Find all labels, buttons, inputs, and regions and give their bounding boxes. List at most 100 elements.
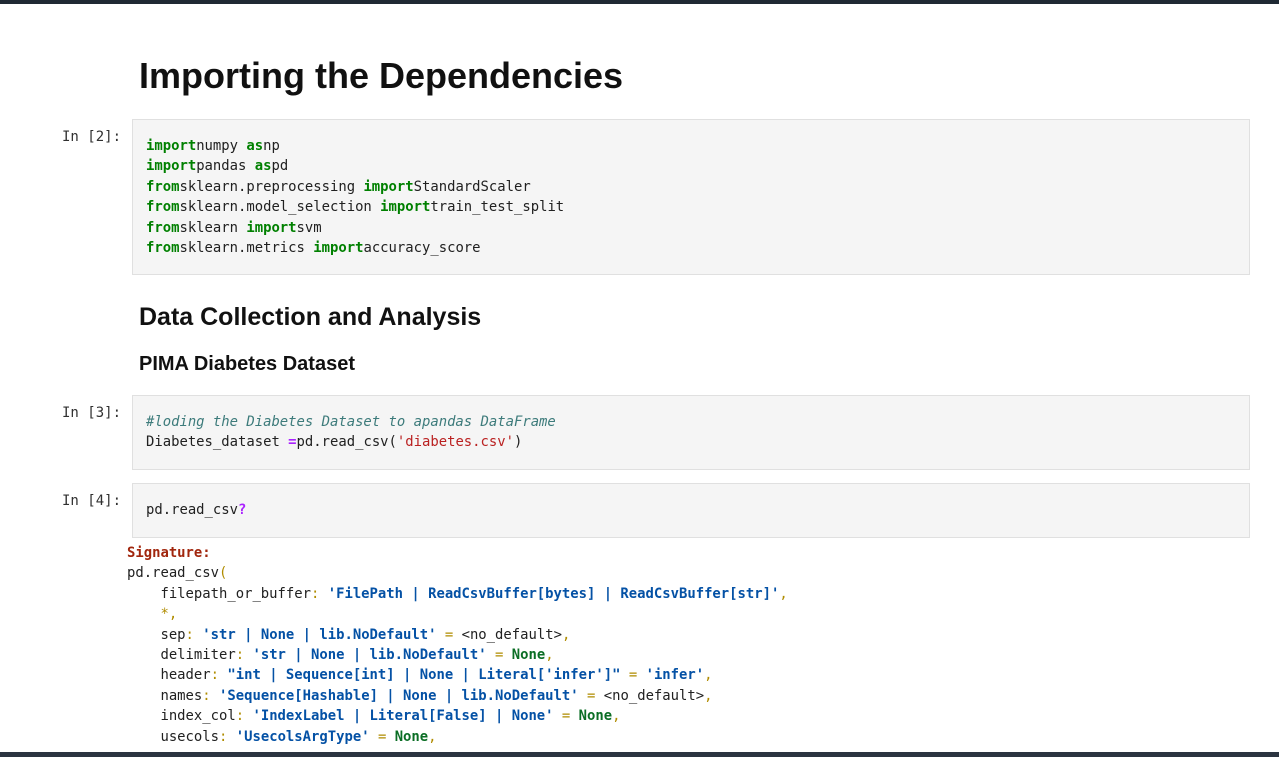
code-token: 'IndexLabel | Literal[False] | None' bbox=[252, 708, 554, 725]
code-token: sklearn.preprocessing bbox=[179, 178, 364, 195]
code-line: importnumpy asnp bbox=[146, 136, 564, 156]
code-line: Diabetes_dataset =pd.read_csv('diabetes.… bbox=[146, 432, 556, 452]
code-token: accuracy_score bbox=[363, 240, 481, 257]
cell-prompt-4: In [4]: bbox=[62, 493, 122, 509]
code-token: 'FilePath | ReadCsvBuffer[bytes] | ReadC… bbox=[327, 585, 780, 602]
code-line: fromsklearn.model_selection importtrain_… bbox=[146, 197, 564, 217]
code-token: Signature: bbox=[127, 545, 211, 561]
output-line: delimiter: 'str | None | lib.NoDefault' … bbox=[127, 645, 788, 665]
code-line: pd.read_csv? bbox=[146, 500, 246, 520]
cell-prompt-2: In [2]: bbox=[62, 129, 122, 145]
code-token: ( bbox=[219, 565, 228, 582]
code-token: names bbox=[127, 687, 203, 704]
code-token: 'diabetes.csv' bbox=[396, 434, 514, 451]
code-cell-imports-source[interactable]: importnumpy asnp importpandas aspd fromskl… bbox=[146, 136, 564, 258]
output-line: filepath_or_buffer: 'FilePath | ReadCsvB… bbox=[127, 584, 787, 604]
output-line: index_col: 'IndexLabel | Literal[False] … bbox=[127, 706, 788, 726]
code-token: = bbox=[628, 667, 638, 684]
code-token: 'str | None | lib.NoDefault' bbox=[252, 647, 487, 664]
code-token: import bbox=[246, 219, 297, 236]
code-token: <no_default> bbox=[595, 687, 705, 704]
output-line: names: 'Sequence[Hashable] | None | lib.… bbox=[127, 686, 788, 706]
code-token: sklearn.metrics bbox=[179, 240, 314, 257]
code-token: import bbox=[363, 178, 414, 195]
code-token: usecols bbox=[127, 728, 219, 745]
code-token: : bbox=[185, 626, 194, 643]
code-token: sep bbox=[127, 626, 186, 643]
code-cell-help[interactable] bbox=[132, 483, 1250, 538]
code-cell-load-dataset-source[interactable]: #loding the Diabetes Dataset to apandas … bbox=[146, 412, 556, 453]
code-token: pd bbox=[271, 158, 289, 175]
code-token: train_test_split bbox=[430, 199, 565, 216]
window-top-border bbox=[0, 0, 1279, 4]
output-line: Signature: bbox=[127, 543, 788, 563]
code-token: from bbox=[146, 219, 180, 236]
code-token: sklearn.model_selection bbox=[179, 199, 381, 216]
code-cell-help-source[interactable]: pd.read_csv? bbox=[146, 500, 246, 520]
output-line: pd.read_csv( bbox=[127, 563, 788, 583]
output-line: *, bbox=[127, 604, 788, 624]
code-token: from bbox=[146, 178, 180, 195]
code-token: , bbox=[545, 647, 554, 664]
code-token: filepath_or_buffer bbox=[127, 585, 311, 602]
code-token: 'infer' bbox=[645, 667, 705, 684]
code-token: index_col bbox=[127, 708, 236, 725]
heading-pima-dataset: PIMA Diabetes Dataset bbox=[139, 353, 355, 375]
code-token: svm bbox=[296, 219, 322, 236]
window-bottom-border bbox=[0, 752, 1279, 757]
cell-output-signature: Signature: pd.read_csv( filepath_or_buffe… bbox=[127, 543, 788, 747]
code-token: 'str | None | lib.NoDefault' bbox=[202, 626, 437, 643]
code-token: , bbox=[704, 687, 713, 704]
code-token: 'Sequence[Hashable] | None | lib.NoDefau… bbox=[219, 687, 579, 704]
code-token: as bbox=[246, 138, 264, 154]
code-token: np bbox=[263, 138, 280, 154]
code-token: import bbox=[146, 138, 197, 154]
code-token: pd.read_csv bbox=[127, 565, 219, 582]
code-token: : bbox=[210, 667, 220, 684]
code-line: #loding the Diabetes Dataset to apandas … bbox=[146, 412, 556, 432]
code-token: = bbox=[444, 626, 454, 643]
code-token: "int | Sequence[int] | None | Literal['i… bbox=[227, 667, 621, 684]
code-token: : bbox=[202, 687, 211, 704]
code-token: : bbox=[235, 708, 245, 725]
code-line: fromsklearn.metrics importaccuracy_score bbox=[146, 238, 564, 258]
code-token: ) bbox=[514, 434, 523, 451]
code-line: fromsklearn importsvm bbox=[146, 218, 564, 238]
code-token: numpy bbox=[196, 138, 247, 154]
code-token: header bbox=[127, 667, 211, 684]
code-token: None bbox=[394, 728, 429, 745]
output-line: sep: 'str | None | lib.NoDefault' = <no_… bbox=[127, 625, 788, 645]
heading-importing-dependencies: Importing the Dependencies bbox=[139, 55, 624, 96]
code-token: as bbox=[254, 158, 272, 175]
code-token: ? bbox=[238, 502, 247, 518]
code-token: import bbox=[313, 240, 364, 257]
code-token: , bbox=[612, 708, 621, 725]
cell-prompt-3: In [3]: bbox=[62, 405, 122, 421]
code-token: pd.read_csv( bbox=[296, 434, 397, 451]
output-line: usecols: 'UsecolsArgType' = None, bbox=[127, 727, 788, 747]
code-token: from bbox=[146, 199, 180, 216]
code-token: , bbox=[561, 626, 571, 643]
code-token: StandardScaler bbox=[413, 178, 531, 195]
code-line: importpandas aspd bbox=[146, 156, 564, 176]
code-line: fromsklearn.preprocessing importStandard… bbox=[146, 177, 564, 197]
code-token: <no_default> bbox=[453, 626, 562, 643]
code-token: : bbox=[235, 647, 245, 664]
code-token: delimiter bbox=[127, 647, 236, 664]
code-token: , bbox=[428, 728, 437, 745]
code-token: import bbox=[146, 158, 197, 175]
heading-data-collection: Data Collection and Analysis bbox=[139, 303, 482, 331]
